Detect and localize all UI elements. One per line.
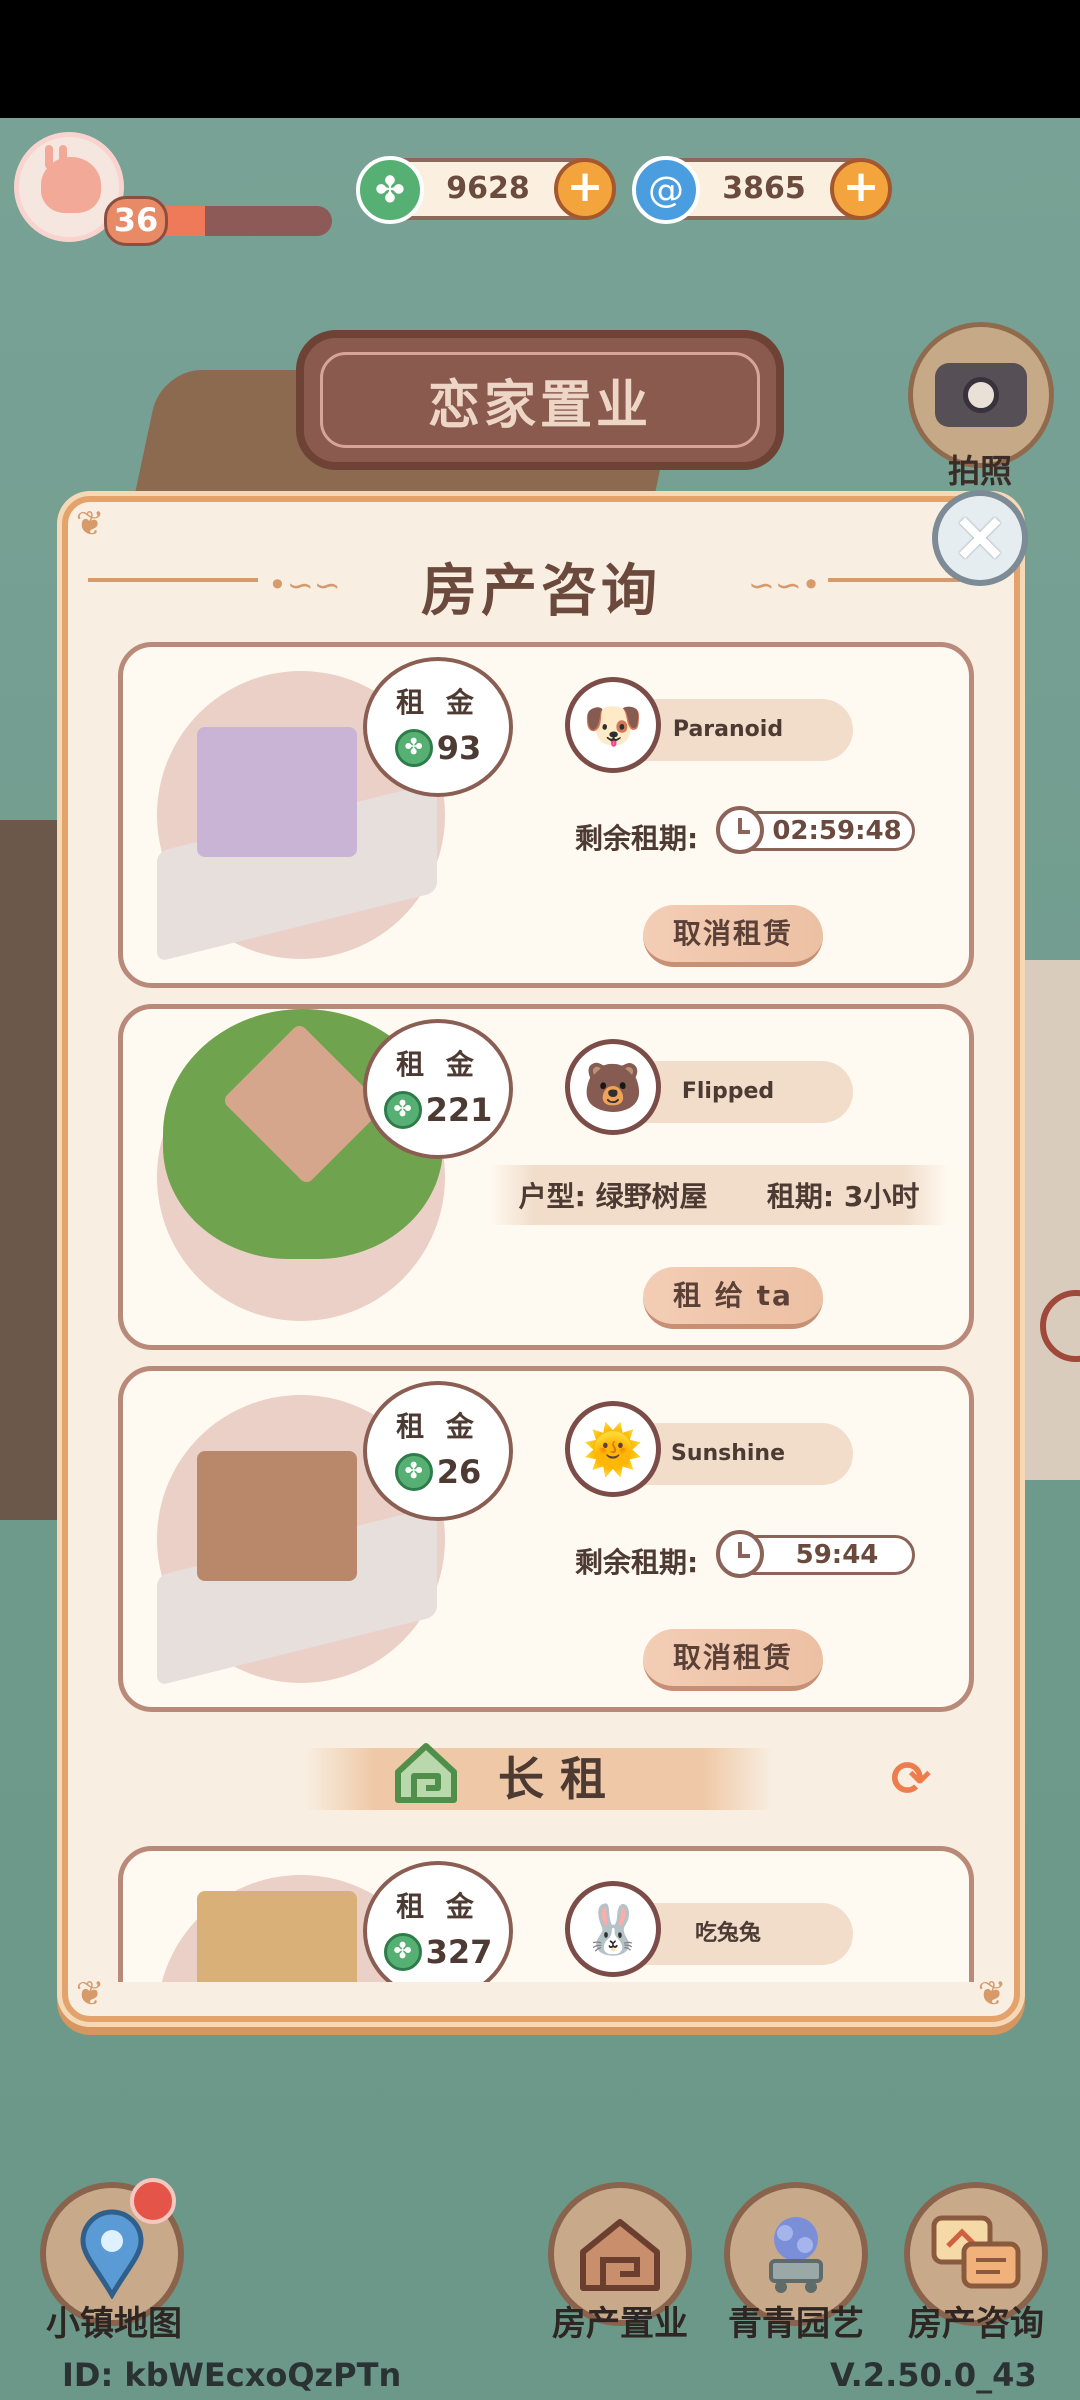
house-icon — [395, 1743, 457, 1803]
clover-currency: ✤ 9628 + — [356, 156, 616, 224]
notification-dot — [130, 2178, 176, 2224]
rent-bubble: 租 金 ✤ 26 — [363, 1381, 513, 1521]
add-swirl-button[interactable]: + — [830, 158, 892, 220]
rent-label: 租 金 — [396, 686, 480, 719]
listing-card: 租 金 ✤ 26 Sunshine 🌞 剩余租期: 59:44 取消租赁 — [118, 1366, 974, 1712]
lease-timer: 59:44 — [716, 1530, 915, 1578]
scene-building-right — [1010, 960, 1080, 1480]
house-room — [197, 1451, 357, 1581]
rent-value: 221 — [425, 1091, 493, 1129]
refresh-icon[interactable]: ⟳ — [886, 1754, 936, 1804]
chat-house-icon — [931, 2215, 1021, 2289]
clover-icon: ✤ — [383, 1933, 422, 1971]
seal-face-icon: 🐻 — [583, 1059, 643, 1116]
rent-value: 26 — [436, 1453, 482, 1491]
camera-lens — [963, 377, 999, 413]
house-type: 户型: 绿野树屋 — [518, 1180, 708, 1213]
house-info-strip: 户型: 绿野树屋 租期: 3小时 — [489, 1165, 949, 1225]
swirl-icon: @ — [632, 156, 700, 224]
clover-icon: ✤ — [356, 156, 424, 224]
clover-icon: ✤ — [394, 1453, 433, 1491]
lease-remaining-label: 剩余租期: — [575, 1546, 699, 1579]
clover-icon: ✤ — [383, 1091, 422, 1129]
camera-icon — [935, 363, 1027, 427]
title-sign: 恋家置业 — [296, 330, 784, 470]
rabbit-face-icon: 🐰 — [583, 1901, 643, 1958]
listing-card: 租 金 ✤ 93 Paranoid 🐶 剩余租期: 02:59:48 取消租赁 — [118, 642, 974, 988]
house-icon — [580, 2219, 660, 2291]
player-id: ID: kbWEcxoQzPTn — [62, 2356, 402, 2394]
timer-value: 59:44 — [795, 1540, 879, 1570]
swirl-amount: 3865 — [722, 171, 806, 206]
status-bar — [0, 0, 1080, 118]
swirl-currency: @ 3865 + — [632, 156, 892, 224]
panel-title: 房产咨询 — [421, 559, 661, 624]
lease-term: 租期: 3小时 — [766, 1180, 920, 1213]
listing-list[interactable]: 租 金 ✤ 93 Paranoid 🐶 剩余租期: 02:59:48 取消租赁 — [118, 642, 974, 1982]
camera-label: 拍照 — [947, 452, 1012, 490]
corner-ornament: ❦ — [977, 1974, 1007, 2014]
listing-card: 租 金 ✤ 327 吃兔兔 🐰 — [118, 1846, 974, 1982]
add-clover-button[interactable]: + — [554, 158, 616, 220]
clover-amount: 9628 — [446, 171, 530, 206]
scene-building-left — [0, 820, 70, 1520]
rent-label: 租 金 — [396, 1048, 480, 1081]
map-pin-icon — [80, 2209, 144, 2299]
level-badge: 36 — [104, 196, 168, 246]
rent-value: 93 — [436, 729, 482, 767]
flower-cart-icon — [769, 2217, 823, 2293]
rent-bubble: 租 金 ✤ 93 — [363, 657, 513, 797]
tenant-avatar[interactable]: 🐶 — [565, 677, 661, 773]
timer-value: 02:59:48 — [772, 816, 902, 846]
lease-remaining-label: 剩余租期: — [575, 822, 699, 855]
close-button[interactable]: × — [932, 490, 1028, 586]
xp-bar — [150, 206, 332, 236]
tenant-avatar[interactable]: 🌞 — [565, 1401, 661, 1497]
section-title: 长租 — [498, 1752, 622, 1806]
rent-to-button[interactable]: 租 给 ta — [643, 1267, 823, 1329]
rent-value: 327 — [425, 1933, 493, 1971]
rent-bubble: 租 金 ✤ 221 — [363, 1019, 513, 1159]
house-room — [197, 1891, 357, 1982]
clover-icon: ✤ — [394, 729, 433, 767]
snail-eye — [45, 145, 53, 169]
sign-frame: 恋家置业 — [320, 352, 760, 448]
town-map-label: 小镇地图 — [46, 2304, 182, 2344]
house-room — [197, 727, 357, 857]
tenant-avatar[interactable]: 🐰 — [565, 1881, 661, 1977]
corner-ornament: ❦ — [75, 504, 105, 544]
corner-ornament: ❦ — [75, 1974, 105, 2014]
consult-panel: ❦ ❦ ❦ •∽∽ 房产咨询 ∽∽• 租 金 ✤ 93 Paranoid 🐶 剩… — [62, 496, 1020, 2022]
rent-label: 租 金 — [396, 1410, 480, 1443]
title-flourish-right: ∽∽• — [748, 566, 821, 604]
sign-title: 恋家置业 — [427, 375, 652, 436]
cancel-lease-button[interactable]: 取消租赁 — [643, 905, 823, 967]
listing-card: 租 金 ✤ 221 Flipped 🐻 户型: 绿野树屋 租期: 3小时 租 给… — [118, 1004, 974, 1350]
clock-icon — [716, 1530, 764, 1578]
rent-label: 租 金 — [396, 1890, 480, 1923]
sun-face-icon: 🌞 — [583, 1421, 643, 1478]
rent-bubble: 租 金 ✤ 327 — [363, 1861, 513, 1982]
version-label: V.2.50.0_43 — [830, 2356, 1037, 2394]
clock-icon — [716, 806, 764, 854]
dog-face-icon: 🐶 — [583, 697, 643, 754]
lease-timer: 02:59:48 — [716, 806, 915, 854]
snail-eye — [59, 145, 67, 169]
consult-label: 房产咨询 — [908, 2304, 1044, 2344]
tenant-avatar[interactable]: 🐻 — [565, 1039, 661, 1135]
cancel-lease-button[interactable]: 取消租赁 — [643, 1629, 823, 1691]
